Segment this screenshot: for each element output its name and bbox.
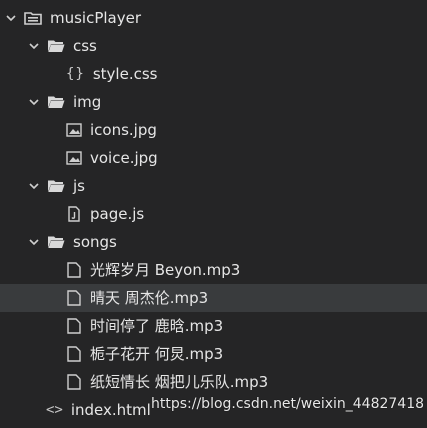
image-file-icon [66, 123, 82, 137]
tree-item-label: songs [73, 233, 117, 251]
open-folder-icon [48, 40, 65, 52]
tree-item-song-file[interactable]: 时间停了 鹿晗.mp3 [0, 312, 427, 340]
tree-item-label: css [73, 37, 97, 55]
tree-item-page-js[interactable]: page.js [0, 200, 427, 228]
chevron-down-icon[interactable] [27, 39, 41, 53]
file-icon [67, 290, 81, 306]
open-folder-icon [48, 96, 65, 108]
tree-item-label: img [73, 93, 102, 111]
tree-item-style-css[interactable]: {} style.css [0, 60, 427, 88]
tree-item-song-file[interactable]: 光辉岁月 Beyon.mp3 [0, 256, 427, 284]
file-icon [67, 374, 81, 390]
open-folder-icon [48, 236, 65, 248]
tree-item-icons-jpg[interactable]: icons.jpg [0, 116, 427, 144]
file-icon [67, 346, 81, 362]
tree-item-musicplayer[interactable]: musicPlayer [0, 4, 427, 32]
open-folder-icon [48, 180, 65, 192]
html-file-icon: <> [46, 402, 63, 418]
tree-item-label: page.js [90, 205, 145, 223]
tree-item-label: 时间停了 鹿晗.mp3 [90, 317, 224, 335]
tree-item-label: icons.jpg [90, 121, 157, 139]
tree-item-label: 晴天 周杰伦.mp3 [90, 289, 209, 307]
tree-item-song-file-selected[interactable]: 晴天 周杰伦.mp3 [0, 284, 427, 312]
file-icon [67, 262, 81, 278]
tree-item-img-folder[interactable]: img [0, 88, 427, 116]
tree-item-css-folder[interactable]: css [0, 32, 427, 60]
tree-item-voice-jpg[interactable]: voice.jpg [0, 144, 427, 172]
tree-item-label: musicPlayer [50, 9, 142, 27]
js-file-icon [68, 206, 80, 222]
tree-item-song-file[interactable]: 纸短情长 烟把儿乐队.mp3 [0, 368, 427, 396]
chevron-down-icon[interactable] [27, 235, 41, 249]
project-folder-icon [24, 12, 42, 25]
image-file-icon [66, 151, 82, 165]
tree-item-label: index.html [70, 401, 151, 419]
tree-item-label: 栀子花开 何炅.mp3 [90, 345, 224, 363]
watermark-url: https://blog.csdn.net/weixin_44827418 [151, 396, 425, 412]
tree-item-songs-folder[interactable]: songs [0, 228, 427, 256]
file-explorer-tree: musicPlayer css {} style.css img icons.j… [0, 0, 427, 428]
tree-item-js-folder[interactable]: js [0, 172, 427, 200]
chevron-down-icon[interactable] [4, 11, 18, 25]
css-file-icon: {} [66, 66, 85, 82]
tree-item-label: style.css [92, 65, 158, 83]
tree-item-label: js [73, 177, 85, 195]
tree-item-label: 纸短情长 烟把儿乐队.mp3 [90, 373, 269, 391]
tree-item-label: 光辉岁月 Beyon.mp3 [90, 261, 241, 279]
tree-item-label: voice.jpg [90, 149, 158, 167]
file-icon [67, 318, 81, 334]
chevron-down-icon[interactable] [27, 179, 41, 193]
tree-item-song-file[interactable]: 栀子花开 何炅.mp3 [0, 340, 427, 368]
chevron-down-icon[interactable] [27, 95, 41, 109]
